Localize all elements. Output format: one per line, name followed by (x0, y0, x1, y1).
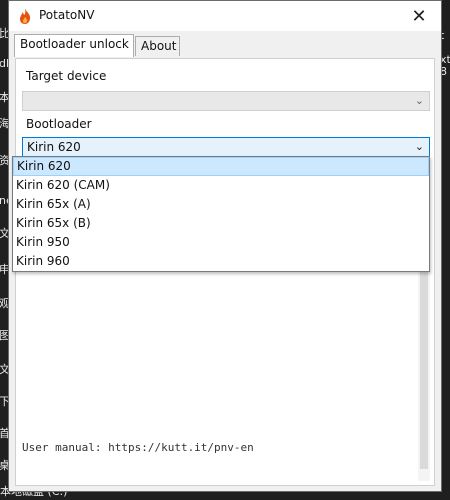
dropdown-option[interactable]: Kirin 620 (CAM) (13, 176, 429, 195)
title-bar[interactable]: PotatoNV ✕ (9, 1, 441, 31)
close-icon: ✕ (411, 5, 427, 27)
dropdown-option[interactable]: Kirin 960 (13, 252, 429, 271)
bootloader-dropdown-list: Kirin 620 Kirin 620 (CAM) Kirin 65x (A) … (12, 156, 430, 272)
tab-about[interactable]: About (135, 36, 180, 56)
dropdown-option[interactable]: Kirin 65x (B) (13, 214, 429, 233)
dropdown-option[interactable]: Kirin 65x (A) (13, 195, 429, 214)
flame-icon (20, 8, 31, 24)
dropdown-option[interactable]: Kirin 620 (13, 157, 429, 176)
chevron-down-icon: ⌄ (414, 94, 424, 107)
target-device-label: Target device (26, 69, 107, 83)
bootloader-select[interactable]: Kirin 620 ⌄ (22, 137, 430, 157)
window-title: PotatoNV (39, 8, 95, 22)
tab-bootloader-unlock[interactable]: Bootloader unlock (14, 34, 134, 57)
target-device-select[interactable]: ⌄ (22, 91, 430, 111)
tab-panel-bootloader-unlock: Target device ⌄ Bootloader Kirin 620 ⌄ U… (15, 58, 435, 486)
log-line: User manual: https://kutt.it/pnv-en (22, 441, 254, 454)
chevron-down-icon: ⌄ (414, 140, 424, 153)
bootloader-label: Bootloader (26, 117, 92, 131)
close-button[interactable]: ✕ (397, 1, 441, 31)
dropdown-option[interactable]: Kirin 950 (13, 233, 429, 252)
bootloader-value: Kirin 620 (27, 140, 81, 154)
